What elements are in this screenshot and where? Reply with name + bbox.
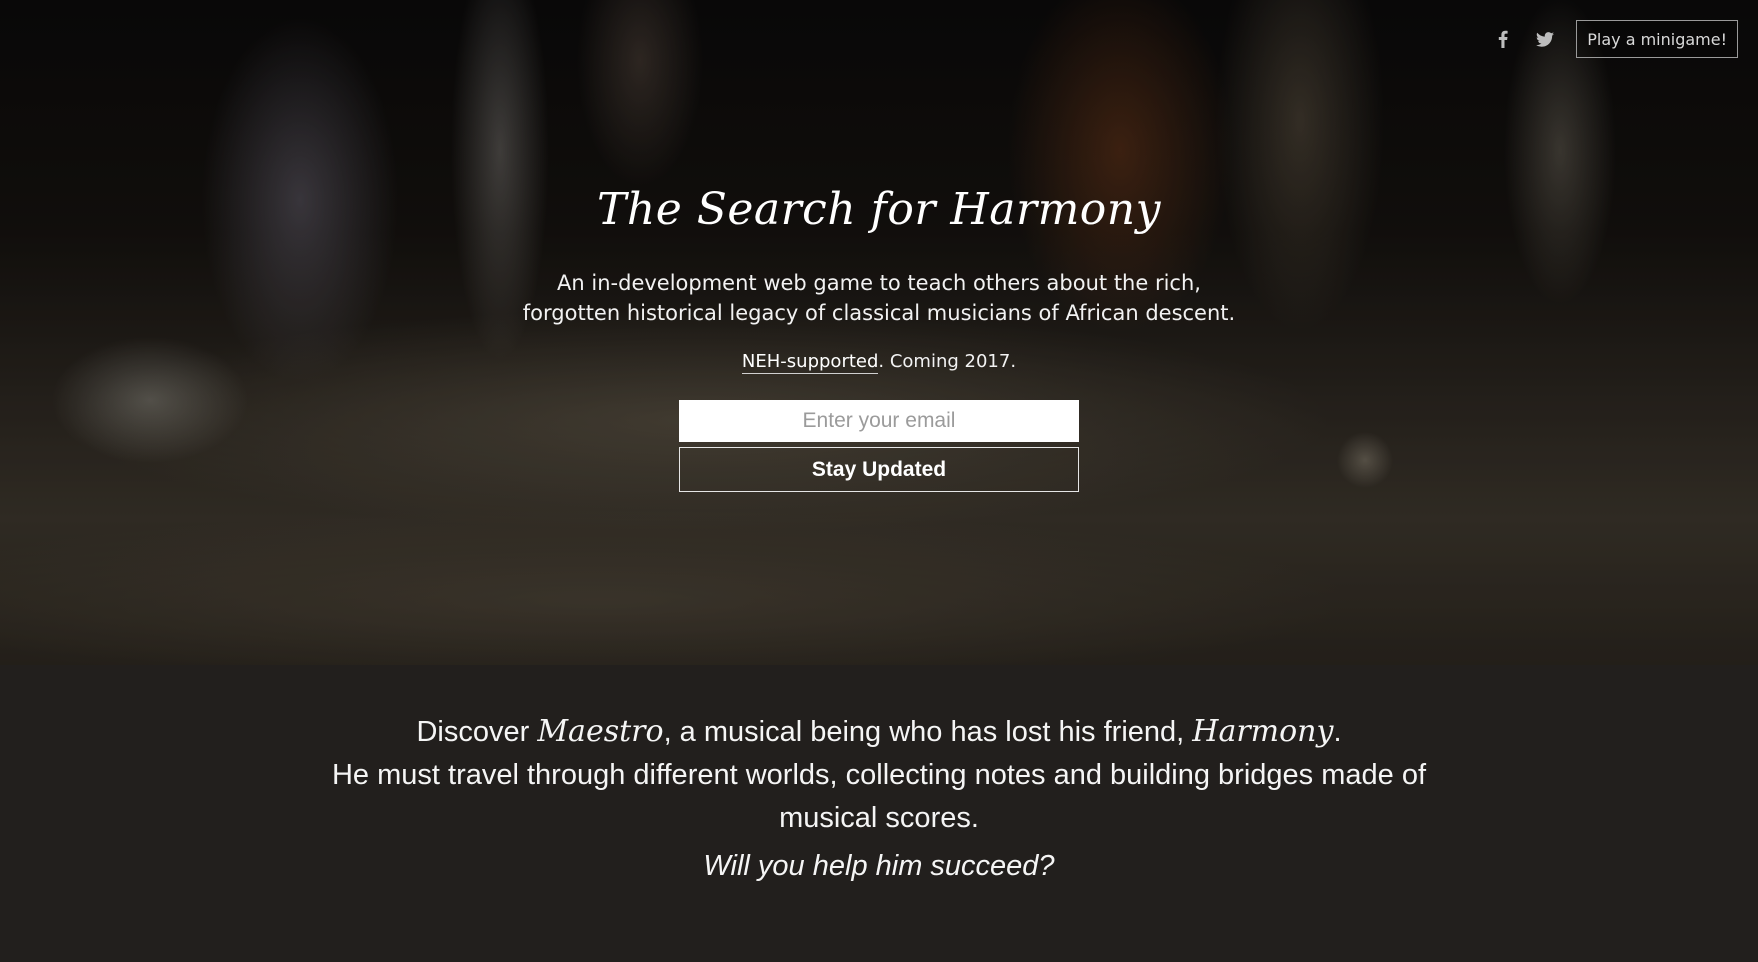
hero-subtitle: An in-development web game to teach othe… — [0, 268, 1758, 328]
coming-date-text: . Coming 2017. — [878, 351, 1017, 372]
story-text-part-3: . — [1333, 716, 1342, 748]
subtitle-line-1: An in-development web game to teach othe… — [557, 271, 1201, 295]
story-text-line-2: He must travel through different worlds,… — [331, 759, 1427, 834]
top-bar: Play a minigame! — [1482, 20, 1738, 58]
neh-supported-link[interactable]: NEH-supported — [741, 351, 879, 374]
story-text-part-2: , a musical being who has lost his frien… — [663, 716, 1193, 748]
signup-form: Stay Updated — [679, 400, 1079, 492]
story-text-part-1: Discover — [416, 716, 538, 748]
stay-updated-button[interactable]: Stay Updated — [679, 447, 1079, 492]
facebook-icon[interactable] — [1482, 20, 1524, 58]
page-title: The Search for Harmony — [597, 184, 1161, 235]
story-description: Discover Maestro, a musical being who ha… — [329, 710, 1429, 840]
hero-section: Play a minigame! The Search for Harmony … — [0, 0, 1758, 665]
twitter-icon[interactable] — [1524, 20, 1566, 58]
subtitle-line-2: forgotten historical legacy of classical… — [522, 301, 1236, 325]
hero-content: The Search for Harmony An in-development… — [0, 178, 1758, 492]
email-input[interactable] — [679, 400, 1079, 442]
harmony-name: Harmony — [1192, 714, 1334, 749]
story-section: Discover Maestro, a musical being who ha… — [0, 665, 1758, 962]
story-question: Will you help him succeed? — [703, 850, 1055, 882]
play-minigame-button[interactable]: Play a minigame! — [1576, 20, 1738, 58]
support-note: NEH-supported. Coming 2017. — [0, 348, 1758, 376]
maestro-name: Maestro — [537, 714, 664, 749]
